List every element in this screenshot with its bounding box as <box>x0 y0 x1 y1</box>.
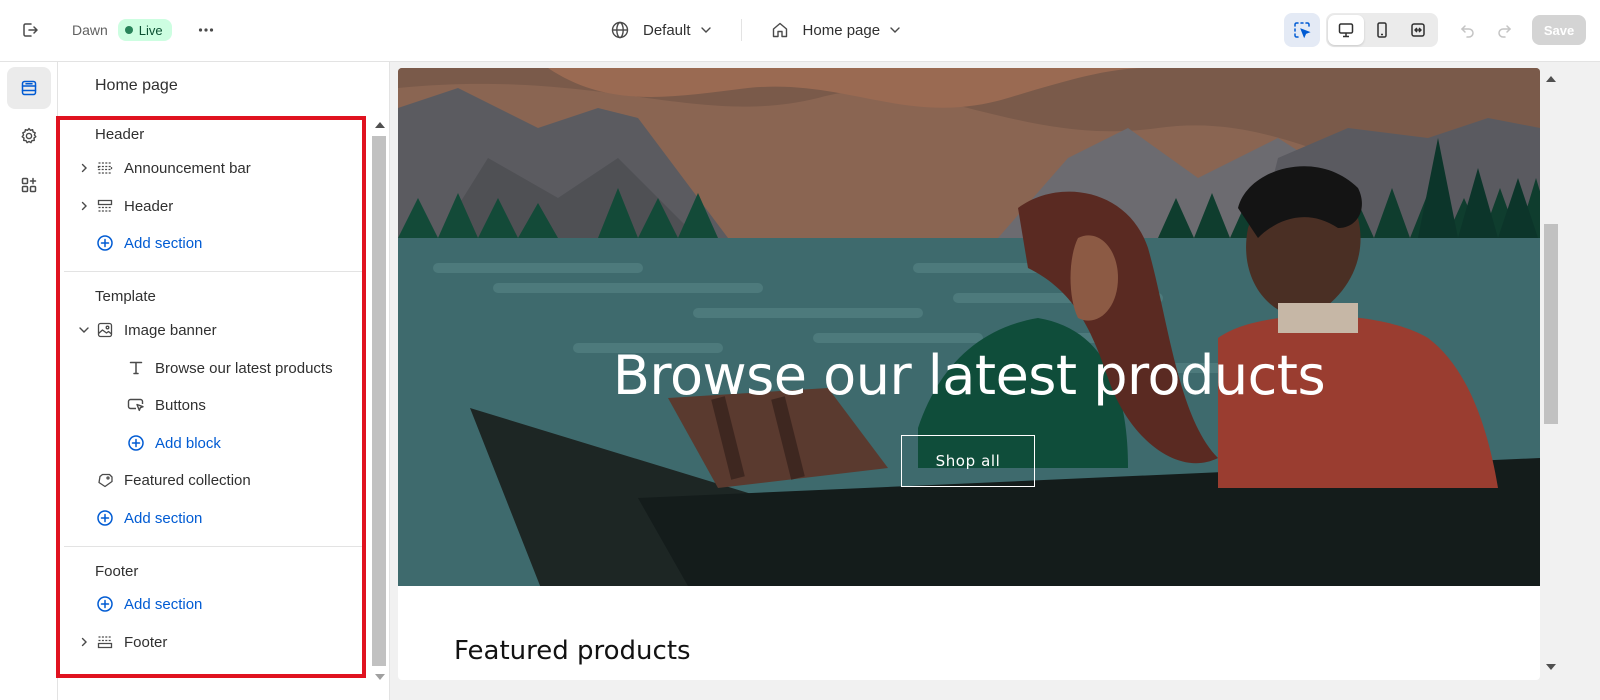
chevron-down-icon <box>890 27 900 33</box>
store-preview: Browse our latest products Shop all Feat… <box>398 68 1540 680</box>
block-item-heading[interactable]: Browse our latest products <box>58 353 364 383</box>
viewport-switcher <box>1326 13 1438 47</box>
more-horizontal-icon[interactable] <box>190 14 222 46</box>
banner-illustration <box>398 68 1540 586</box>
undo-icon[interactable] <box>1450 14 1486 46</box>
add-section-button-header[interactable]: Add section <box>58 228 364 258</box>
featured-products-title[interactable]: Featured products <box>454 636 691 666</box>
locale-selector[interactable]: Default <box>610 20 713 40</box>
scroll-up-arrow-icon[interactable] <box>1546 76 1556 82</box>
section-item-footer[interactable]: Footer <box>58 627 364 657</box>
section-item-label: Announcement bar <box>124 159 251 177</box>
scroll-up-arrow-icon[interactable] <box>375 122 385 128</box>
add-circle-icon <box>127 434 145 452</box>
settings-gear-icon[interactable] <box>7 115 51 157</box>
add-section-label: Add section <box>124 509 203 527</box>
live-dot-icon <box>124 26 133 34</box>
button-cursor-icon <box>127 396 145 414</box>
add-section-button-template[interactable]: Add section <box>58 503 364 533</box>
add-circle-icon <box>96 234 114 252</box>
exit-icon[interactable] <box>14 14 46 46</box>
section-item-image-banner[interactable]: Image banner <box>58 315 364 345</box>
banner-heading[interactable]: Browse our latest products <box>398 344 1540 407</box>
fullwidth-view-button[interactable] <box>1400 15 1436 45</box>
block-item-label: Browse our latest products <box>155 359 333 377</box>
section-item-announcement-bar[interactable]: Announcement bar <box>58 153 364 183</box>
add-circle-icon <box>96 595 114 613</box>
add-section-button-footer[interactable]: Add section <box>58 589 364 619</box>
divider <box>740 19 742 41</box>
chevron-right-icon[interactable] <box>78 162 90 174</box>
section-item-label: Featured collection <box>124 471 251 489</box>
image-banner[interactable]: Browse our latest products Shop all <box>398 68 1540 586</box>
expand-icon <box>1411 23 1425 37</box>
section-item-label: Header <box>124 197 174 215</box>
select-cursor-icon <box>1294 22 1311 39</box>
add-circle-icon <box>96 509 114 527</box>
section-layout-icon <box>96 633 114 651</box>
chevron-right-icon[interactable] <box>78 200 90 212</box>
top-bar-center: Default Home page <box>610 14 902 46</box>
chevron-down-icon <box>700 27 711 33</box>
theme-name: Dawn <box>72 22 108 38</box>
tag-icon <box>96 471 114 489</box>
desktop-icon <box>1338 23 1354 38</box>
chevron-down-icon[interactable] <box>78 324 90 336</box>
group-label-footer: Footer <box>95 563 139 580</box>
group-divider <box>64 271 364 272</box>
scroll-down-arrow-icon[interactable] <box>375 674 385 680</box>
live-badge-label: Live <box>138 22 163 38</box>
section-item-label: Image banner <box>124 321 217 339</box>
section-item-featured-collection[interactable]: Featured collection <box>58 465 364 495</box>
sections-icon[interactable] <box>7 67 51 109</box>
mobile-icon <box>1377 22 1387 38</box>
redo-icon[interactable] <box>1486 14 1522 46</box>
block-item-label: Buttons <box>155 396 206 414</box>
group-label-header: Header <box>95 126 145 143</box>
inspector-toggle[interactable] <box>1284 13 1320 47</box>
chevron-right-icon[interactable] <box>78 636 90 648</box>
add-section-label: Add section <box>124 595 203 613</box>
add-block-button[interactable]: Add block <box>58 428 364 458</box>
scrollbar-thumb[interactable] <box>372 136 386 666</box>
apps-icon[interactable] <box>7 164 51 206</box>
mobile-view-button[interactable] <box>1364 15 1400 45</box>
desktop-view-button[interactable] <box>1328 15 1364 45</box>
page-selector[interactable]: Home page <box>770 20 903 40</box>
text-icon <box>127 359 145 377</box>
top-bar: Dawn Live Default Home page Save <box>0 0 1600 62</box>
left-rail <box>0 62 58 700</box>
shop-all-button[interactable]: Shop all <box>901 435 1035 487</box>
preview-scrollbar[interactable] <box>1543 68 1560 680</box>
section-item-label: Footer <box>124 633 168 651</box>
add-section-label: Add section <box>124 234 203 252</box>
section-item-header[interactable]: Header <box>58 191 364 221</box>
live-badge: Live <box>117 19 172 41</box>
group-label-template: Template <box>95 288 156 305</box>
section-layout-icon <box>96 159 114 177</box>
locale-selector-label: Default <box>643 21 691 39</box>
section-layout-icon <box>96 197 114 215</box>
panel-title: Home page <box>95 77 178 94</box>
sections-panel: Home page Header Announcement bar Header… <box>58 62 390 700</box>
top-bar-left: Dawn Live <box>14 14 222 46</box>
scrollbar-thumb[interactable] <box>1544 224 1558 424</box>
add-block-label: Add block <box>155 434 221 452</box>
page-selector-label: Home page <box>802 21 881 39</box>
panel-scrollbar[interactable] <box>370 118 388 688</box>
top-bar-right: Save <box>1284 13 1586 47</box>
scroll-down-arrow-icon[interactable] <box>1546 664 1556 670</box>
block-item-buttons[interactable]: Buttons <box>58 390 364 420</box>
home-icon <box>772 22 787 38</box>
globe-icon <box>611 21 629 39</box>
save-button[interactable]: Save <box>1532 15 1586 45</box>
group-divider <box>64 546 364 547</box>
image-icon <box>96 321 114 339</box>
